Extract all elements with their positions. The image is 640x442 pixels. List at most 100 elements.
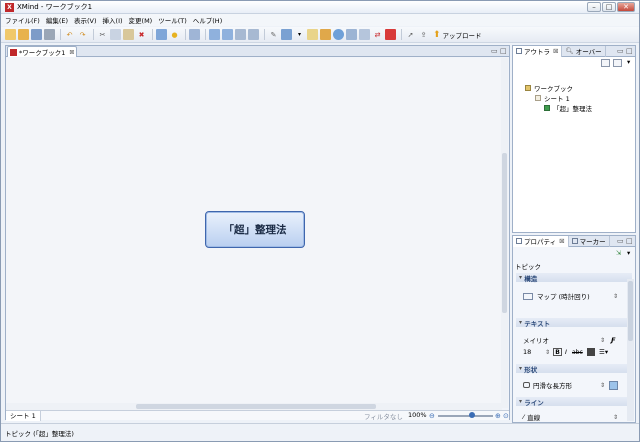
menu-help[interactable]: ヘルプ(H) <box>193 15 222 25</box>
filter-status[interactable]: フィルタなし <box>364 411 403 421</box>
minimize-view-icon[interactable]: ▭ <box>491 47 498 55</box>
delete-icon[interactable]: ✖ <box>136 29 147 40</box>
tab-overview-label: オーバー <box>575 48 602 56</box>
tree-item-sheet[interactable]: シート 1 <box>535 93 570 103</box>
view-menu-icon[interactable]: ▾ <box>627 58 630 66</box>
tab-workbook1[interactable]: *ワークブック1 ⊠ <box>7 46 77 57</box>
dropdown-icon[interactable]: ▾ <box>294 29 305 40</box>
close-tab-icon[interactable]: ⊠ <box>69 49 74 56</box>
strikethrough-icon[interactable]: abc <box>572 349 583 356</box>
save-icon[interactable] <box>31 29 42 40</box>
italic-icon[interactable]: I <box>565 348 567 356</box>
close-tab-icon[interactable]: ⊠ <box>553 47 558 55</box>
tab-markers[interactable]: マーカー <box>569 235 610 247</box>
hyperlink-icon[interactable] <box>333 29 344 40</box>
section-text[interactable]: ▾ テキスト <box>516 318 632 328</box>
label-icon[interactable] <box>320 29 331 40</box>
cut-icon[interactable]: ✂ <box>97 29 108 40</box>
shape-select[interactable]: 円滑な長方形 ⇕ <box>523 380 627 390</box>
fit-icon[interactable]: ⊙ <box>503 412 509 420</box>
section-text-title: テキスト <box>524 319 551 328</box>
tab-outline[interactable]: アウトラ ⊠ <box>513 45 563 57</box>
font-size-value[interactable]: 18 <box>523 348 531 356</box>
tab-properties[interactable]: プロパティ ⊠ <box>513 235 569 247</box>
drill-icon[interactable] <box>189 29 200 40</box>
section-shape[interactable]: ▾ 形状 <box>516 364 632 374</box>
maximize-view-icon[interactable]: □ <box>626 47 633 55</box>
copy-icon[interactable] <box>110 29 121 40</box>
zoom-out-icon[interactable]: ⊖ <box>429 412 435 420</box>
section-structure[interactable]: ▾ 構造 <box>516 273 632 283</box>
align-icon[interactable]: ☰▾ <box>599 348 608 356</box>
callout-icon[interactable] <box>235 29 246 40</box>
map-canvas[interactable]: 「超」整理法 <box>6 58 502 408</box>
minimize-view-icon[interactable]: ▭ <box>617 237 624 245</box>
vertical-scrollbar[interactable] <box>501 58 508 408</box>
sheet-bar: シート 1 フィルタなし 100% ⊖ ⊕ ⊙ <box>6 410 509 421</box>
sheet-tab[interactable]: シート 1 <box>6 410 41 421</box>
markers-icon <box>571 238 578 244</box>
collapse-all-icon[interactable] <box>601 59 610 67</box>
summary-icon[interactable]: ⇄ <box>372 29 383 40</box>
maximize-icon[interactable]: □ <box>602 2 616 12</box>
bold-icon[interactable]: B <box>553 348 562 356</box>
idea-icon[interactable]: ● <box>169 29 180 40</box>
maximize-view-icon[interactable]: □ <box>500 47 507 55</box>
text-color-icon[interactable] <box>587 348 595 356</box>
structure-select[interactable]: マップ (時計回り) ⇕ <box>523 291 623 301</box>
minimize-icon[interactable]: – <box>587 2 601 12</box>
tab-overview[interactable]: 🔍︎ オーバー <box>562 45 606 57</box>
properties-scrollbar[interactable] <box>627 279 634 421</box>
note-icon[interactable] <box>307 29 318 40</box>
line-select[interactable]: ⁄ 直線 ⇕ <box>523 412 627 422</box>
pin-icon[interactable]: ⇲ <box>616 249 621 257</box>
central-topic[interactable]: 「超」整理法 <box>205 211 305 248</box>
upload-button[interactable]: ⬆ アップロード <box>433 30 482 40</box>
fill-color-swatch[interactable] <box>609 380 618 390</box>
relationship-icon[interactable]: ✎ <box>268 29 279 40</box>
marker-icon[interactable] <box>385 29 396 40</box>
close-tab-icon[interactable]: ⊠ <box>559 237 564 245</box>
new-icon[interactable] <box>5 29 16 40</box>
undo-icon[interactable]: ↶ <box>64 29 75 40</box>
menu-tools[interactable]: ツール(T) <box>158 15 187 25</box>
share-icon[interactable]: ⇪ <box>418 29 429 40</box>
boundary-icon[interactable] <box>359 29 370 40</box>
section-line[interactable]: ▾ ライン <box>516 397 632 407</box>
line-icon: ⁄ <box>523 413 525 421</box>
chevron-updown-icon: ⇕ <box>613 413 619 421</box>
font-select[interactable]: メイリオ ⇕ Ƒ <box>523 335 627 345</box>
image-icon[interactable] <box>281 29 292 40</box>
horizontal-scrollbar[interactable] <box>6 403 502 410</box>
view-menu-icon[interactable]: ▾ <box>627 249 630 257</box>
sheet-icon[interactable] <box>156 29 167 40</box>
menu-edit[interactable]: 編集(E) <box>46 15 68 25</box>
topic-icon[interactable] <box>209 29 220 40</box>
tree-item-topic[interactable]: 「超」整理法 <box>544 103 592 113</box>
presentation-icon[interactable]: ➚ <box>405 29 416 40</box>
paste-icon[interactable] <box>123 29 134 40</box>
zoom-slider-handle[interactable] <box>469 412 475 418</box>
menu-insert[interactable]: 挿入(I) <box>103 15 123 25</box>
font-value: メイリオ <box>523 337 549 345</box>
menu-modify[interactable]: 変更(M) <box>129 15 153 25</box>
link-editor-icon[interactable] <box>613 59 622 67</box>
redo-icon[interactable]: ↷ <box>77 29 88 40</box>
subtopic-icon[interactable] <box>222 29 233 40</box>
print-icon[interactable] <box>44 29 55 40</box>
zoom-slider[interactable] <box>438 415 493 417</box>
tree-item-workbook[interactable]: ワークブック <box>525 83 573 93</box>
open-icon[interactable] <box>18 29 29 40</box>
menu-file[interactable]: ファイル(F) <box>5 15 40 25</box>
close-icon[interactable]: ✕ <box>617 2 635 12</box>
maximize-view-icon[interactable]: □ <box>626 237 633 245</box>
tab-properties-label: プロパティ <box>524 238 557 246</box>
tree-label-sheet: シート 1 <box>544 95 570 103</box>
minimize-view-icon[interactable]: ▭ <box>617 47 624 55</box>
menu-view[interactable]: 表示(V) <box>74 15 97 25</box>
zoom-in-icon[interactable]: ⊕ <box>495 412 501 420</box>
floating-topic-icon[interactable] <box>248 29 259 40</box>
attachment-icon[interactable] <box>346 29 357 40</box>
title-bar: X XMind - ワークブック1 – □ ✕ <box>1 1 639 14</box>
font-picker-icon[interactable]: Ƒ <box>611 336 615 344</box>
